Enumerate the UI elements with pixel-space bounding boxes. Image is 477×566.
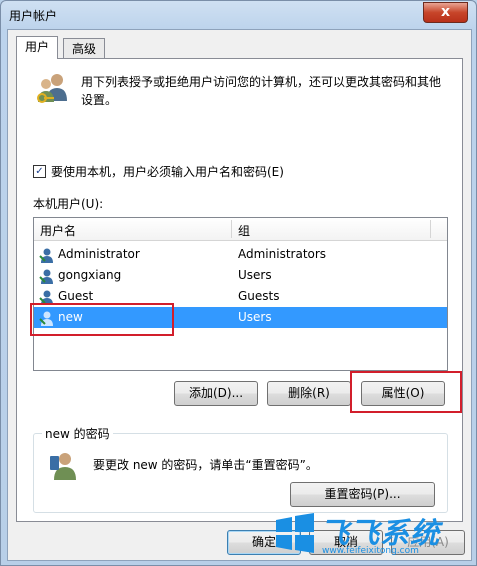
- user-name-cell: Administrator: [58, 247, 140, 261]
- tab-advanced[interactable]: 高级: [63, 38, 106, 59]
- tab-users[interactable]: 用户: [16, 36, 59, 59]
- password-group-title: new 的密码: [42, 425, 113, 442]
- delete-user-button[interactable]: 删除(R): [267, 381, 351, 406]
- password-group-text: 要更改 new 的密码，请单击“重置密码”。: [93, 458, 318, 472]
- user-group-cell: Guests: [238, 289, 280, 303]
- users-list[interactable]: 用户名 组 Administrator Administrators gongx…: [33, 217, 448, 371]
- require-password-row[interactable]: ✓ 要使用本机，用户必须输入用户名和密码(E): [33, 163, 284, 180]
- users-tab-panel: 用下列表授予或拒绝用户访问您的计算机，还可以更改其密码和其他设置。 ✓ 要使用本…: [16, 58, 463, 522]
- table-row[interactable]: gongxiang Users: [34, 265, 447, 286]
- close-button[interactable]: x: [423, 2, 468, 23]
- users-key-icon: [37, 74, 67, 103]
- user-accounts-window: 用户帐户 x 用户 高级 用下列表授予或拒绝用户访问您的计算机，还可以更改其密码…: [0, 0, 477, 566]
- password-group: new 的密码 要更改 new 的密码，请单击“重置密码”。 重置密码(P)..…: [33, 425, 448, 513]
- add-user-button[interactable]: 添加(D)...: [174, 381, 258, 406]
- column-header-username[interactable]: 用户名: [40, 222, 76, 239]
- reset-password-button[interactable]: 重置密码(P)...: [290, 482, 435, 507]
- local-users-label: 本机用户(U):: [33, 197, 104, 211]
- close-icon: x: [440, 4, 451, 20]
- column-divider: [430, 220, 431, 238]
- user-group-cell: Users: [238, 268, 272, 282]
- window-title: 用户帐户: [9, 9, 58, 23]
- tab-advanced-label: 高级: [72, 42, 97, 56]
- user-icon: [39, 248, 53, 263]
- tab-users-label: 用户: [25, 40, 50, 54]
- column-divider: [231, 220, 232, 238]
- users-list-header: 用户名 组: [34, 218, 447, 241]
- require-password-checkbox[interactable]: ✓: [33, 165, 46, 178]
- highlight-box-properties: [350, 371, 462, 413]
- apply-button[interactable]: 应用(A): [391, 530, 465, 555]
- ok-button[interactable]: 确定: [227, 530, 301, 555]
- user-group-cell: Administrators: [238, 247, 327, 261]
- require-password-label: 要使用本机，用户必须输入用户名和密码(E): [51, 165, 284, 179]
- user-name-cell: gongxiang: [58, 268, 122, 282]
- table-row[interactable]: Administrator Administrators: [34, 244, 447, 265]
- dialog-client-area: 用户 高级 用下列表授予或拒绝用户访问您的计算机，还可以更改其密码和其他设置。 …: [7, 29, 472, 561]
- column-header-group[interactable]: 组: [238, 222, 250, 239]
- user-name-cell: Guest: [58, 289, 94, 303]
- highlight-box-new-user: [30, 303, 174, 336]
- user-group-cell: Users: [238, 310, 272, 324]
- cancel-button[interactable]: 取消: [309, 530, 383, 555]
- user-password-icon: [50, 453, 76, 480]
- description-text: 用下列表授予或拒绝用户访问您的计算机，还可以更改其密码和其他设置。: [81, 75, 442, 107]
- user-icon: [39, 269, 53, 284]
